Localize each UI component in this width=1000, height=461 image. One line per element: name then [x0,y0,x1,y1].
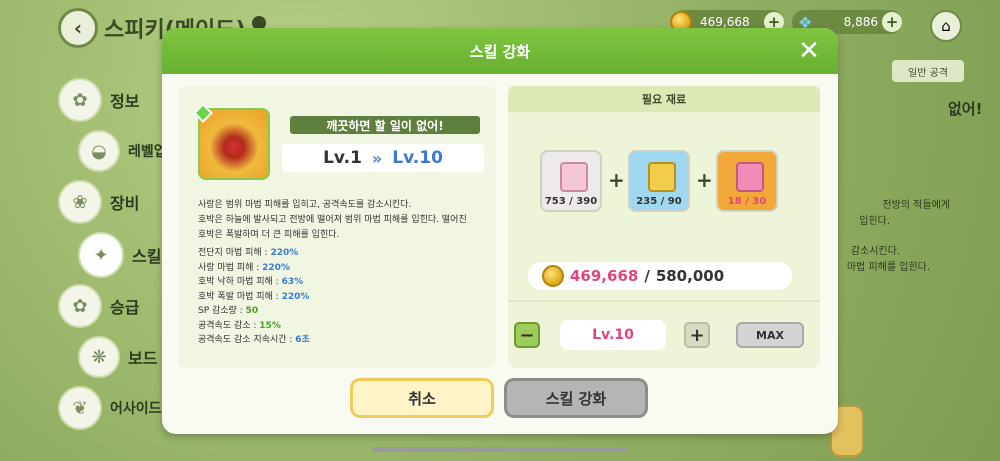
stat-label: 공격속도 감소 : [198,320,260,331]
back-button[interactable]: ‹ [58,8,98,48]
stat-value: 63% [281,277,304,287]
stat-value: 6초 [295,335,310,345]
stat-label: 공격속도 감소 지속시간 : [198,335,296,345]
stat-row: SP 감소량 : 50 [198,304,488,319]
coin-icon [542,265,564,287]
levelup-icon: ◒ [78,130,120,172]
sidebar-item-info[interactable]: ✿ 정보 [58,78,139,122]
stat-row: 공격속도 감소 : 15% [198,319,488,334]
skill-upgrade-button[interactable]: 스킬 강화 [504,378,648,418]
target-level-field[interactable]: Lv.10 [560,320,666,350]
background-text: 입힌다. [859,216,890,227]
info-icon: ✿ [58,78,102,122]
aside-icon: ❦ [58,386,102,430]
stat-row: 전단지 마법 피해 : 220% [198,246,488,261]
background-text: 감소시킨다. [850,246,900,257]
sidebar-label: 어사이드 [110,401,162,417]
material-count: 753 / 390 [544,196,598,207]
sidebar-label: 승급 [110,298,140,317]
double-arrow-icon: » [371,148,383,168]
required-materials-header: 필요 재료 [508,86,820,112]
skill-description: 사랑은 범위 마법 피해를 입히고, 공격속도를 감소시킨다. 호박은 하늘에 … [198,198,488,243]
sidebar-item-board[interactable]: ❋ 보드 [78,336,157,378]
stat-label: 호박 폭발 마법 피해 : [198,291,282,302]
description-line: 사랑은 범위 마법 피해를 입히고, 공격속도를 감소시킨다. [198,200,412,210]
skill-name: 깨끗하면 할 일이 없어! [290,116,480,134]
material-count: 235 / 90 [636,196,682,207]
stat-row: 호박 낙하 마법 피해 : 63% [198,275,488,290]
gold-hammer-icon [648,162,676,192]
board-icon: ❋ [78,336,120,378]
skill-upgrade-dialog: 스킬 강화 ✕ 깨끗하면 할 일이 없어! Lv.1 » Lv.10 사랑은 범… [162,28,838,434]
stat-label: 호박 낙하 마법 피해 : [198,277,282,287]
sidebar-label: 스킬 [132,247,162,266]
cancel-button[interactable]: 취소 [350,378,494,418]
divider [508,300,820,302]
chevron-left-icon: ‹ [73,16,83,40]
sidebar-label: 장비 [110,194,140,213]
close-icon: ✕ [798,36,820,66]
background-skill-name: 없어! [948,100,983,118]
decrease-level-button[interactable]: − [514,322,540,348]
stat-value: 220% [262,262,290,273]
material-slot-2[interactable]: 235 / 90 [628,150,690,212]
current-level: Lv.1 [323,148,362,168]
sidebar-item-equipment[interactable]: ❀ 장비 [58,180,139,224]
required-coins: 580,000 [655,267,725,285]
max-level-button[interactable]: MAX [736,322,804,348]
material-slot-1[interactable]: 753 / 390 [540,150,602,212]
skill-info-panel: 깨끗하면 할 일이 없어! Lv.1 » Lv.10 사랑은 범위 마법 피해를… [178,86,496,368]
owned-coins: 469,668 [570,267,639,285]
stat-label: 전단지 마법 피해 : [198,248,271,258]
pink-hammer-icon [560,162,588,192]
close-button[interactable]: ✕ [796,36,822,66]
home-icon: ⌂ [941,17,951,35]
description-line: 호박은 하늘에 발사되고 전방에 떨어져 범위 마법 피해를 입힌다. 떨어진 [198,215,467,225]
increase-level-button[interactable]: + [684,322,710,348]
equipment-icon: ❀ [58,180,102,224]
sidebar-item-skill[interactable]: ✦ 스킬 [78,232,161,278]
add-gems-button[interactable]: + [882,12,902,32]
dialog-header: 스킬 강화 ✕ [162,28,838,74]
level-change: Lv.1 » Lv.10 [282,144,484,172]
stat-value: 220% [281,291,310,302]
sidebar-label: 보드 [128,349,158,368]
skill-stats: 전단지 마법 피해 : 220% 사랑 마법 피해 : 220% 호박 낙하 마… [198,246,488,348]
tab-normal-attack[interactable]: 일반 공격 [892,60,964,82]
background-text: 마법 피해를 입힌다. [846,262,930,273]
coin-count: 469,668 [700,15,750,29]
stat-value: 15% [259,320,281,331]
promotion-icon: ✿ [58,284,102,328]
target-level: Lv.10 [392,148,443,168]
stat-row: 공격속도 감소 지속시간 : 6초 [198,333,488,348]
gem-count: 8,886 [843,15,878,29]
background-skill-panel: 일반 공격 없어! 전방의 적들에게 입힌다. 감소시킨다. 마법 피해를 입힌… [830,60,1000,460]
pink-gold-hammer-icon [736,162,764,192]
skill-pumpkin-icon [198,108,270,180]
sidebar-label: 정보 [110,92,140,111]
sidebar-item-levelup[interactable]: ◒ 레벨업 [78,130,167,172]
stat-label: SP 감소량 : [198,306,246,316]
sidebar-item-promotion[interactable]: ✿ 승급 [58,284,139,328]
required-materials-panel: 필요 재료 753 / 390 + 235 / 90 + 18 / 30 469… [508,86,820,368]
skill-icon: ✦ [78,232,124,278]
cost-separator: / [644,267,650,285]
stat-label: 사랑 마법 피해 : [198,262,263,273]
home-indicator[interactable] [372,447,628,452]
dialog-title: 스킬 강화 [469,42,531,61]
home-button[interactable]: ⌂ [930,10,962,42]
stat-row: 사랑 마법 피해 : 220% [198,261,488,276]
sidebar-label: 레벨업 [128,144,167,160]
plus-sign: + [608,168,625,192]
material-count: 18 / 30 [727,196,767,207]
stat-row: 호박 폭발 마법 피해 : 220% [198,290,488,305]
description-line: 호박은 폭발하며 더 큰 피해를 입힌다. [198,230,340,240]
material-slot-3[interactable]: 18 / 30 [716,150,778,212]
plus-sign: + [696,168,713,192]
sidebar-item-aside[interactable]: ❦ 어사이드 [58,386,162,430]
background-text: 전방의 적들에게 [882,200,950,211]
stat-value: 50 [245,306,259,316]
stat-value: 220% [270,248,299,258]
coin-cost-row: 469,668 / 580,000 [528,262,792,290]
